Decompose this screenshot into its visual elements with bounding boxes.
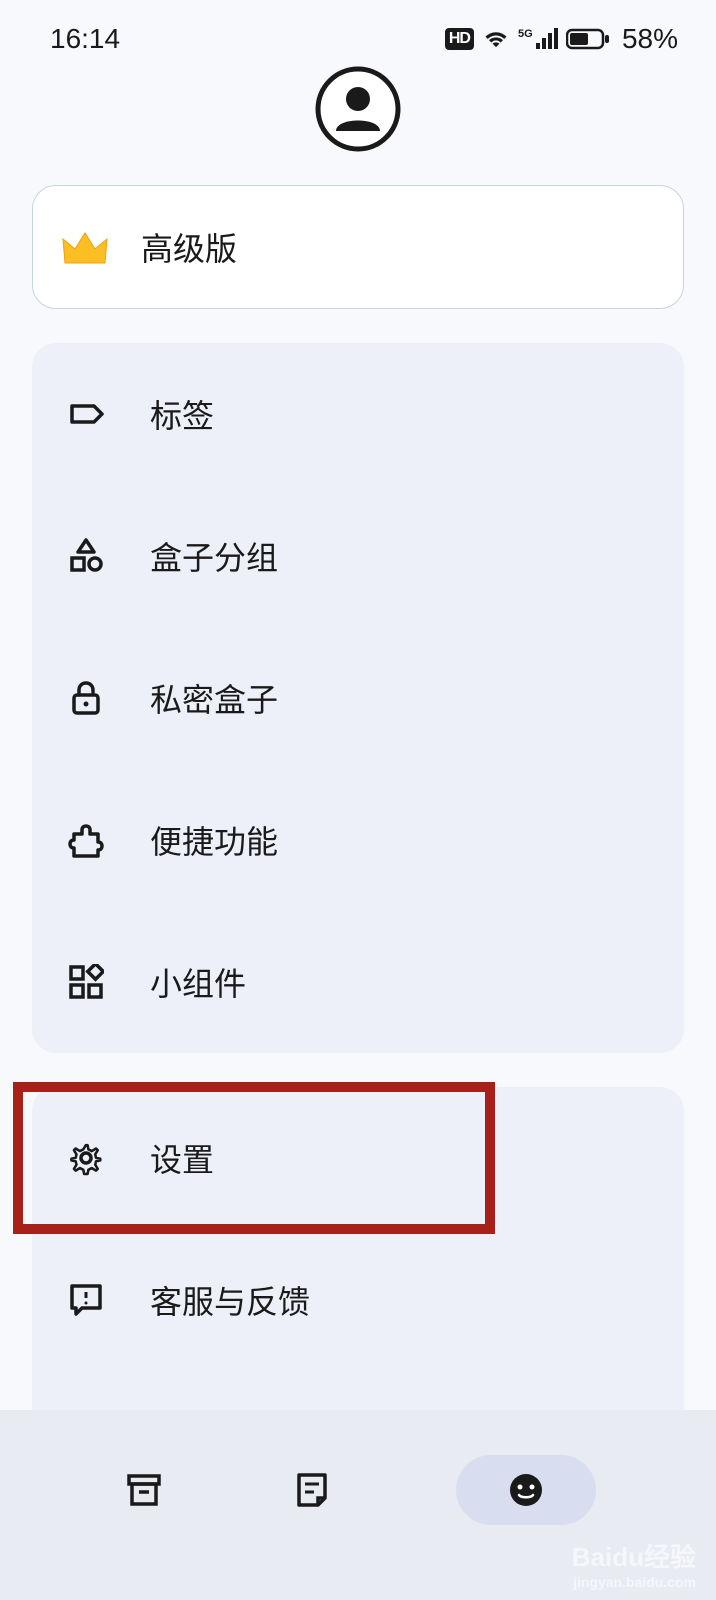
crown-icon: [61, 227, 109, 267]
avatar-container: [0, 65, 716, 153]
nav-item-archive[interactable]: [120, 1466, 168, 1514]
feedback-icon: [68, 1282, 104, 1318]
gear-icon: [68, 1140, 104, 1176]
battery-percent: 58%: [622, 23, 678, 55]
hd-badge-icon: HD: [445, 28, 474, 50]
menu-label: 客服与反馈: [150, 1277, 310, 1323]
wifi-icon: [482, 28, 510, 50]
tag-icon: [68, 396, 104, 432]
menu-label: 盒子分组: [150, 533, 278, 579]
svg-text:5G: 5G: [518, 28, 533, 40]
menu-item-private-box[interactable]: 私密盒子: [32, 627, 684, 769]
menu-label: 私密盒子: [150, 675, 278, 721]
menu-label: 便捷功能: [150, 817, 278, 863]
menu-group-1: 标签 盒子分组 私密盒子: [32, 343, 684, 1053]
menu-item-box-groups[interactable]: 盒子分组: [32, 485, 684, 627]
premium-label: 高级版: [141, 224, 237, 270]
status-indicators: HD 5G 58%: [445, 23, 678, 55]
menu-item-quick-functions[interactable]: 便捷功能: [32, 769, 684, 911]
shapes-icon: [68, 538, 104, 574]
nav-item-notes[interactable]: [288, 1466, 336, 1514]
signal-icon: 5G: [518, 27, 558, 51]
menu-label: 设置: [150, 1135, 214, 1181]
avatar-icon[interactable]: [314, 65, 402, 153]
menu-item-widgets[interactable]: 小组件: [32, 911, 684, 1053]
menu-item-tags[interactable]: 标签: [32, 343, 684, 485]
menu-item-settings[interactable]: 设置: [18, 1087, 490, 1229]
battery-icon: [566, 27, 610, 51]
extension-icon: [68, 822, 104, 858]
nav-item-profile[interactable]: [456, 1455, 596, 1525]
premium-card[interactable]: 高级版: [32, 185, 684, 309]
menu-label: 小组件: [150, 959, 246, 1005]
menu-item-feedback[interactable]: 客服与反馈: [32, 1229, 684, 1371]
menu-label: 标签: [150, 391, 214, 437]
lock-icon: [68, 680, 104, 716]
status-time: 16:14: [50, 23, 120, 55]
bottom-nav: [0, 1410, 716, 1600]
widgets-icon: [68, 964, 104, 1000]
status-bar: 16:14 HD 5G 58%: [0, 0, 716, 60]
